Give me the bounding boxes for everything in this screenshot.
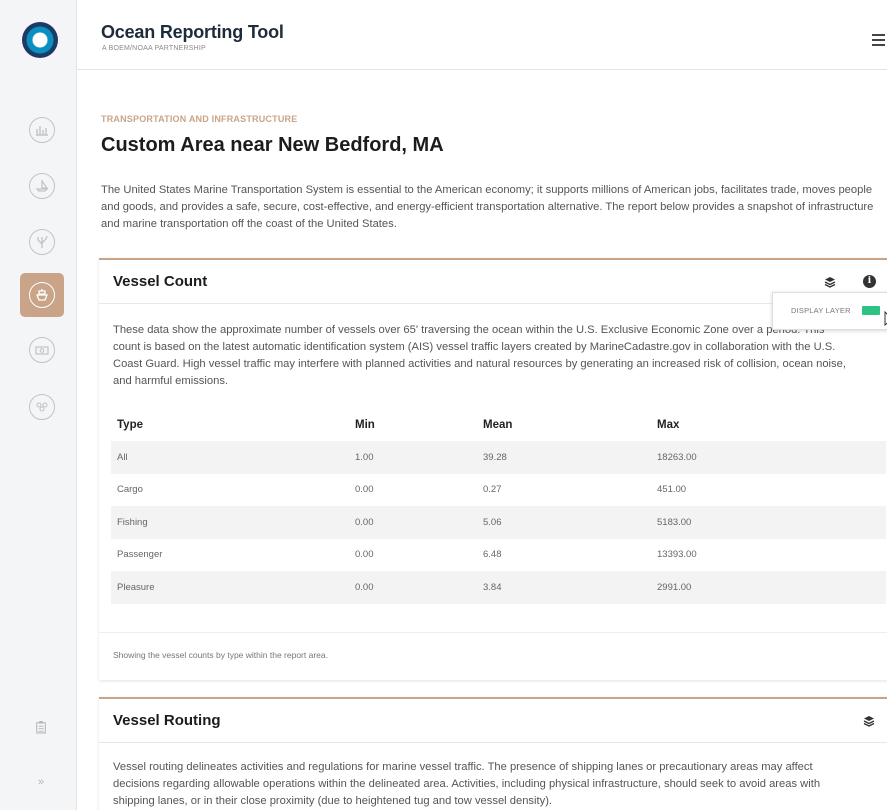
vessel-routing-card: Vessel Routing Vessel routing delineates…: [99, 697, 887, 810]
table-row: Pleasure 0.00 3.84 2991.00: [111, 571, 886, 604]
display-layer-toggle[interactable]: [862, 306, 880, 315]
cell-min: 0.00: [355, 549, 374, 561]
layers-icon[interactable]: [824, 276, 836, 288]
ship-icon: [29, 282, 55, 308]
cell-max: 2991.00: [651, 571, 886, 604]
vessel-count-card: Vessel Count i These data show the appro…: [99, 258, 887, 680]
display-layer-label: DISPLAY LAYER: [791, 306, 851, 315]
cell-mean: 6.48: [483, 549, 502, 561]
divider: [99, 632, 887, 633]
column-header-max: Max: [657, 418, 680, 431]
card-title: Vessel Count: [113, 273, 208, 290]
sidebar: »: [0, 0, 77, 810]
table-row: Passenger 0.00 6.48 13393.00: [111, 539, 886, 572]
info-icon[interactable]: i: [863, 275, 876, 288]
cell-max: 13393.00: [657, 549, 697, 561]
app-title: Ocean Reporting Tool: [101, 22, 284, 42]
cell-type: Passenger: [117, 549, 163, 561]
layers-icon[interactable]: [863, 715, 875, 727]
table-row: Fishing 0.00 5.06 5183.00: [111, 506, 886, 539]
app-logo[interactable]: [22, 22, 58, 58]
cell-min: 0.00: [349, 506, 477, 539]
cell-mean: 5.06: [477, 506, 651, 539]
sidebar-item-transportation[interactable]: [20, 273, 64, 317]
cell-mean: 0.27: [483, 484, 502, 496]
cell-type: Fishing: [111, 506, 349, 539]
cell-mean: 3.84: [477, 571, 651, 604]
table-header-row: Type Min Mean Max: [111, 408, 886, 441]
column-header-mean: Mean: [483, 418, 513, 431]
bar-chart-icon: [29, 117, 55, 143]
table-row: Cargo 0.00 0.27 451.00: [111, 474, 886, 507]
app-header: Ocean Reporting Tool A BOEM/NOAA PARTNER…: [77, 0, 887, 70]
coral-icon: [29, 229, 55, 255]
section-category: TRANSPORTATION AND INFRASTRUCTURE: [101, 114, 298, 124]
intro-text: The United States Marine Transportation …: [101, 184, 874, 230]
hamburger-menu-icon[interactable]: [872, 34, 885, 46]
sailboat-icon: [29, 173, 55, 199]
cell-mean: 39.28: [477, 441, 651, 474]
cell-type: Cargo: [117, 484, 143, 496]
column-header-min: Min: [355, 418, 375, 431]
vessel-routing-description: Vessel routing delineates activities and…: [113, 761, 821, 807]
cell-type: Pleasure: [111, 571, 349, 604]
card-header: Vessel Count i: [99, 260, 887, 304]
display-layer-popover: DISPLAY LAYER: [772, 292, 887, 330]
cell-type: All: [111, 441, 349, 474]
sidebar-item-general[interactable]: [20, 385, 64, 429]
vessel-count-description: These data show the approximate number o…: [113, 324, 846, 387]
card-title: Vessel Routing: [113, 712, 221, 729]
cell-min: 0.00: [349, 571, 477, 604]
vessel-count-table: Type Min Mean Max All 1.00 39.28 18263.0…: [111, 408, 886, 604]
cell-max: 18263.00: [651, 441, 886, 474]
sidebar-item-ocean-activities[interactable]: [20, 164, 64, 208]
table-row: All 1.00 39.28 18263.00: [111, 441, 886, 474]
people-icon: [29, 394, 55, 420]
cell-max: 451.00: [657, 484, 687, 496]
cell-min: 0.00: [355, 484, 374, 496]
sidebar-item-natural-resources[interactable]: [20, 220, 64, 264]
cell-max: 5183.00: [651, 506, 886, 539]
column-header-type: Type: [117, 418, 143, 431]
clipboard-icon[interactable]: [26, 720, 56, 737]
app-subtitle: A BOEM/NOAA PARTNERSHIP: [102, 45, 206, 52]
main-content: TRANSPORTATION AND INFRASTRUCTURE Custom…: [77, 70, 887, 810]
card-header: Vessel Routing: [99, 699, 887, 743]
page-title: Custom Area near New Bedford, MA: [101, 134, 444, 156]
sidebar-item-energy[interactable]: [20, 108, 64, 152]
money-icon: [29, 337, 55, 363]
cell-min: 1.00: [349, 441, 477, 474]
table-caption: Showing the vessel counts by type within…: [113, 650, 328, 660]
expand-sidebar-button[interactable]: »: [26, 776, 56, 788]
sidebar-item-economics[interactable]: [20, 328, 64, 372]
